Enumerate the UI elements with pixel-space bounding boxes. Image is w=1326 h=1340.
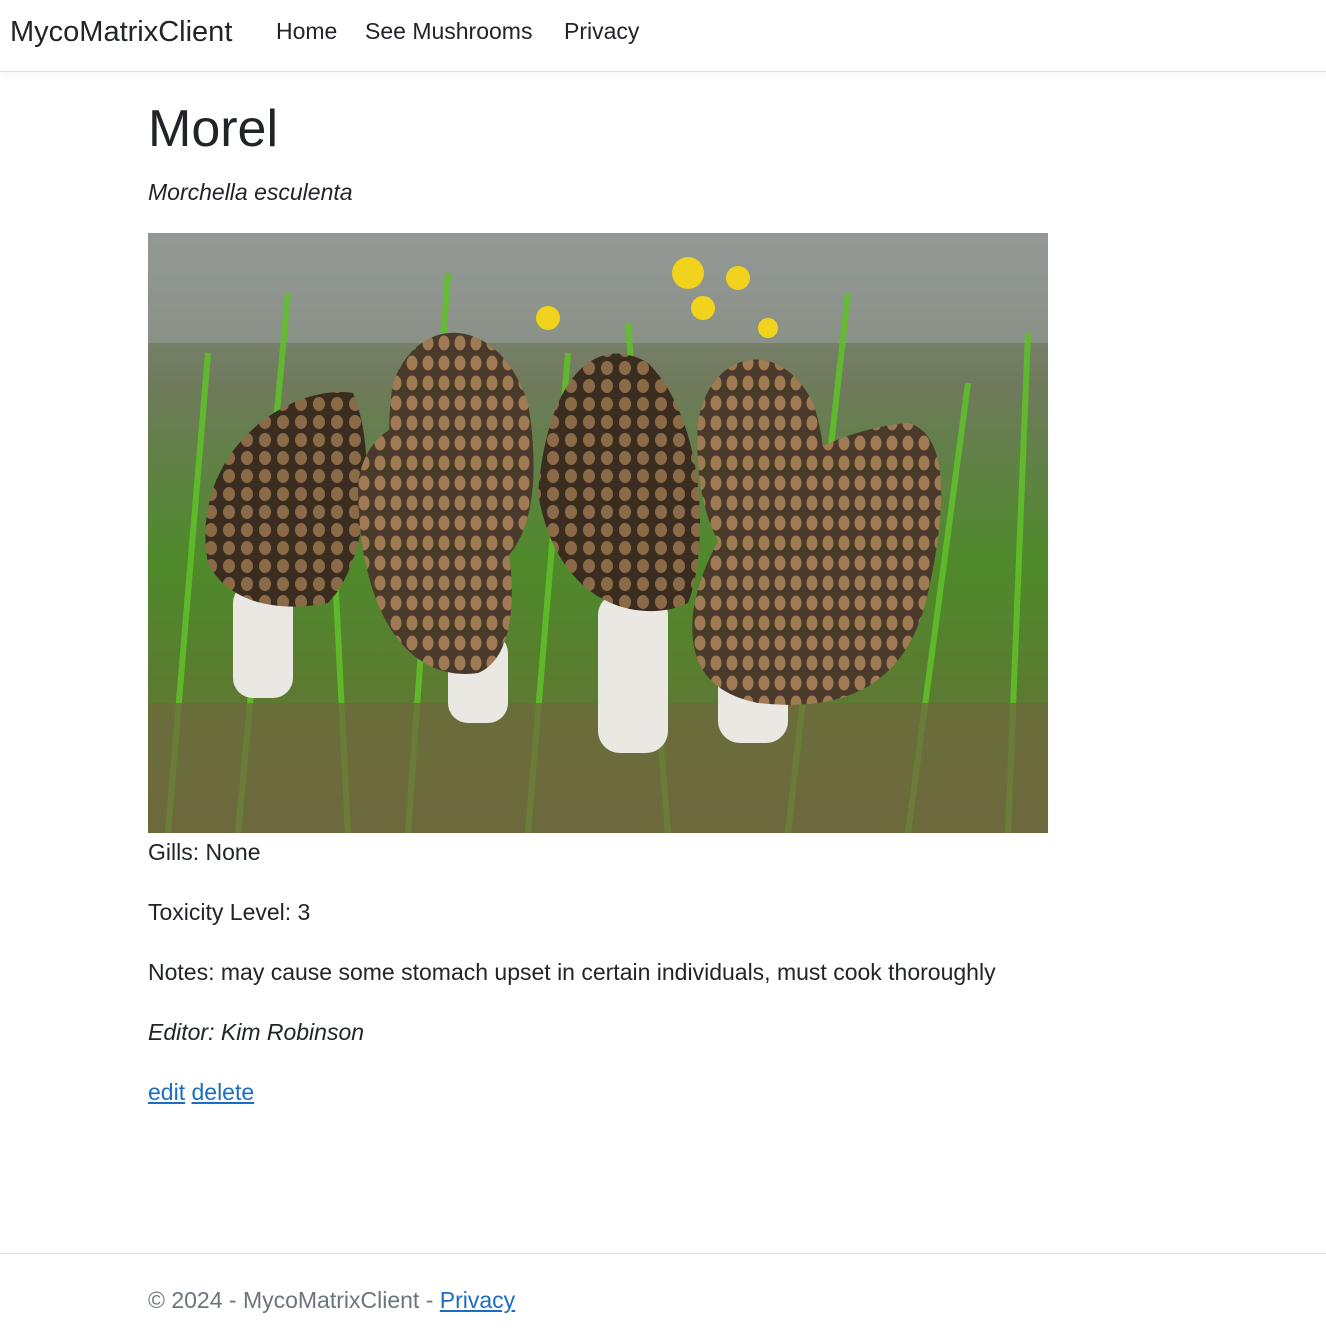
nav-link-privacy[interactable]: Privacy [564, 16, 639, 46]
toxicity-level: Toxicity Level: 3 [148, 899, 311, 925]
nav-link-home[interactable]: Home [276, 16, 337, 46]
scientific-name: Morchella esculenta [148, 179, 353, 205]
brand-link[interactable]: MycoMatrixClient [10, 14, 232, 50]
notes: Notes: may cause some stomach upset in c… [148, 959, 996, 985]
footer: © 2024 - MycoMatrixClient - Privacy [0, 1253, 1326, 1340]
gills-info: Gills: None [148, 839, 261, 865]
footer-text: © 2024 - MycoMatrixClient - Privacy [148, 1285, 515, 1315]
navbar: MycoMatrixClient Home See Mushrooms Priv… [0, 0, 1326, 72]
footer-copyright: © 2024 - MycoMatrixClient - [148, 1287, 440, 1313]
action-links: edit delete [148, 1077, 254, 1107]
footer-privacy-link[interactable]: Privacy [440, 1287, 515, 1313]
edit-link[interactable]: edit [148, 1079, 185, 1105]
delete-link[interactable]: delete [191, 1079, 254, 1105]
page-title: Morel [148, 100, 279, 158]
nav-link-see-mushrooms[interactable]: See Mushrooms [365, 16, 532, 46]
mushroom-photo [148, 233, 1048, 833]
editor-credit: Editor: Kim Robinson [148, 1019, 365, 1045]
